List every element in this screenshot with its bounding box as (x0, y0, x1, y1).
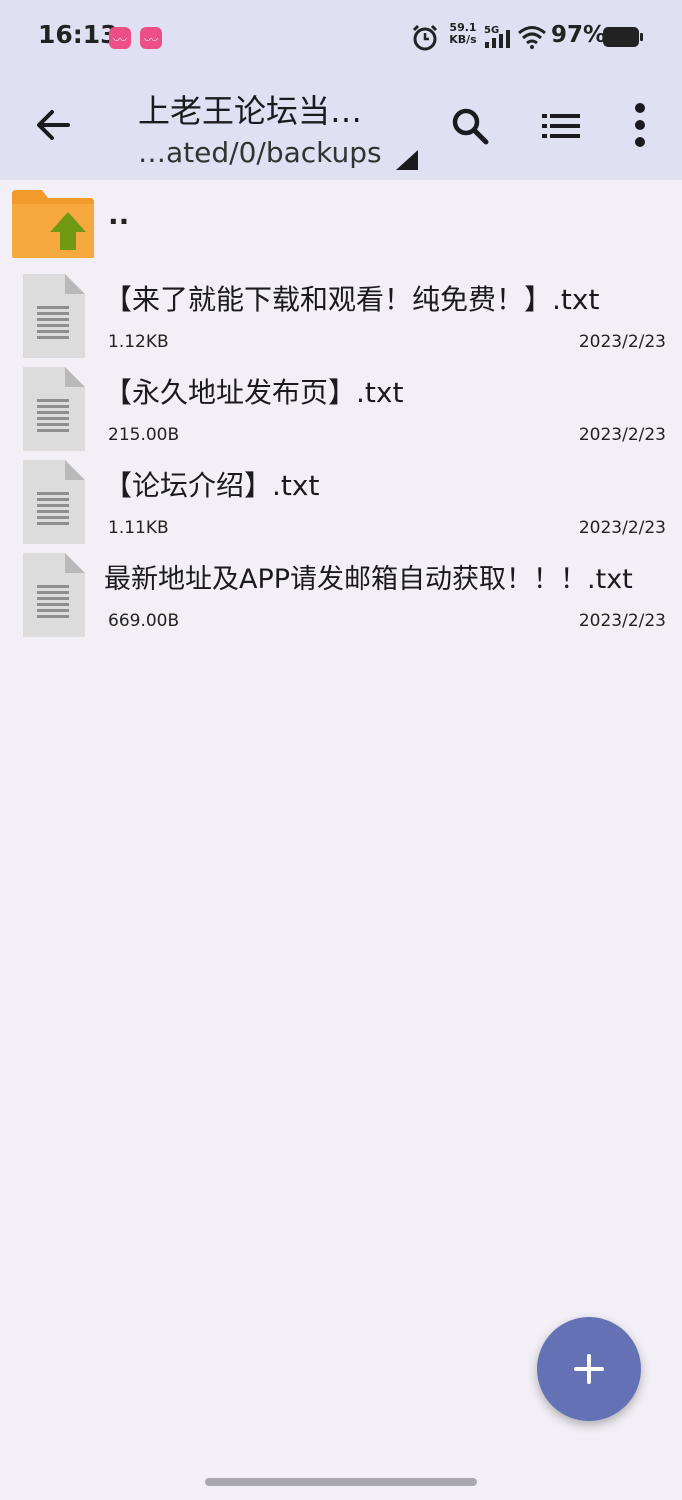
top-bar: 16:13 ◡◡ ◡◡ 59.1 KB/s 5G 97% 上老王论坛当… …at… (0, 0, 682, 180)
battery-percentage: 97% (551, 22, 607, 48)
file-date: 2023/2/23 (578, 518, 666, 538)
file-row[interactable]: 【论坛介绍】.txt 1.11KB 2023/2/23 (0, 456, 682, 548)
path-subtitle[interactable]: …ated/0/backups (138, 136, 382, 169)
add-fab-button[interactable] (537, 1317, 641, 1421)
file-size: 1.11KB (108, 518, 169, 538)
list-view-icon[interactable] (540, 110, 582, 142)
folder-title: 上老王论坛当… (138, 92, 363, 130)
file-date: 2023/2/23 (578, 425, 666, 445)
file-row[interactable]: 【来了就能下载和观看！纯免费！】.txt 1.12KB 2023/2/23 (0, 270, 682, 362)
file-name: 【论坛介绍】.txt (104, 469, 320, 502)
plus-icon (574, 1354, 604, 1384)
text-file-icon (23, 460, 85, 544)
signal-icon: 5G (484, 25, 510, 48)
net-speed-unit: KB/s (449, 33, 477, 46)
status-bar: 16:13 ◡◡ ◡◡ 59.1 KB/s 5G 97% (0, 0, 682, 76)
wifi-icon (518, 26, 546, 49)
file-name: 【永久地址发布页】.txt (104, 376, 404, 409)
file-size: 215.00B (108, 425, 180, 445)
app-bar: 上老王论坛当… …ated/0/backups (0, 76, 682, 180)
file-date: 2023/2/23 (578, 611, 666, 631)
back-arrow-icon[interactable] (30, 102, 76, 148)
net-speed: 59.1 KB/s (446, 22, 480, 46)
file-row[interactable]: 最新地址及APP请发邮箱自动获取！！！.txt 669.00B 2023/2/2… (0, 549, 682, 641)
file-name: 最新地址及APP请发邮箱自动获取！！！.txt (104, 564, 633, 595)
app-notification-icon: ◡◡ (140, 27, 162, 49)
parent-directory-row[interactable]: .. (0, 180, 682, 264)
app-notification-icon: ◡◡ (109, 27, 131, 49)
text-file-icon (23, 367, 85, 451)
file-row[interactable]: 【永久地址发布页】.txt 215.00B 2023/2/23 (0, 363, 682, 455)
file-name: 【来了就能下载和观看！纯免费！】.txt (104, 283, 600, 316)
parent-directory-label: .. (108, 198, 130, 231)
status-time: 16:13 (38, 20, 118, 49)
alarm-icon (412, 24, 438, 51)
file-size: 669.00B (108, 611, 180, 631)
search-icon[interactable] (448, 104, 492, 148)
battery-icon (603, 27, 643, 47)
folder-up-icon (12, 190, 94, 258)
more-vert-icon[interactable] (626, 102, 654, 148)
network-type-label: 5G (484, 25, 499, 36)
text-file-icon (23, 274, 85, 358)
home-indicator[interactable] (205, 1478, 477, 1486)
text-file-icon (23, 553, 85, 637)
path-dropdown-icon[interactable] (396, 150, 418, 170)
file-size: 1.12KB (108, 332, 169, 352)
file-date: 2023/2/23 (578, 332, 666, 352)
